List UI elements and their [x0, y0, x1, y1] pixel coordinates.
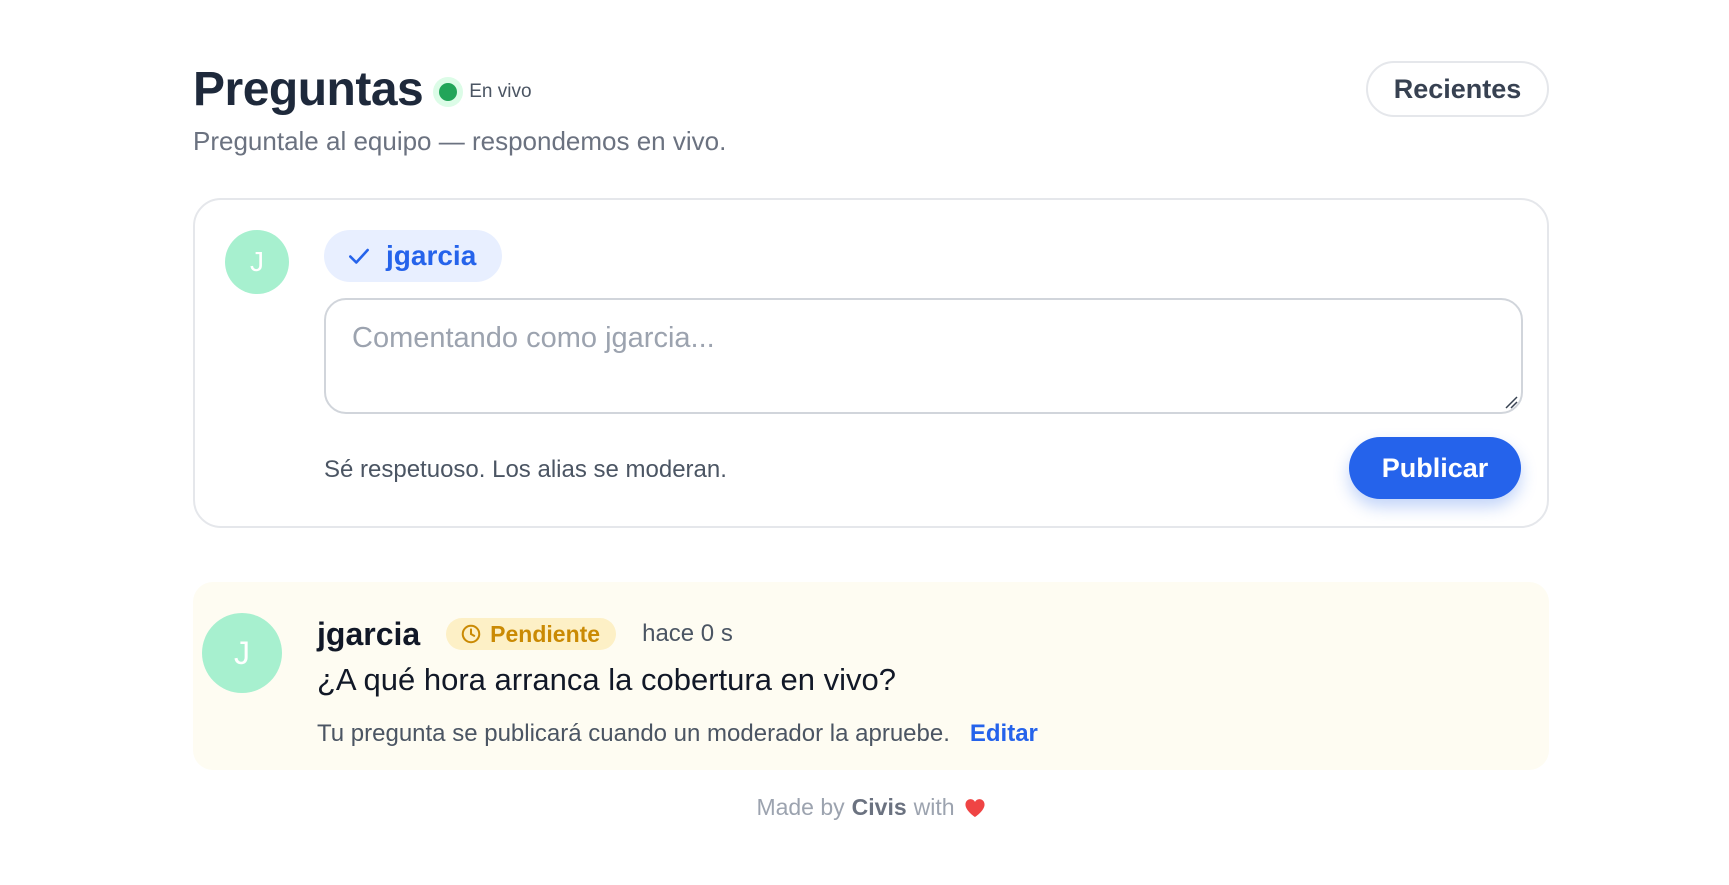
question-author: jgarcia	[317, 615, 421, 652]
check-icon	[349, 248, 369, 264]
footer-brand-link[interactable]: Civis	[852, 794, 907, 821]
title-row: Preguntas En vivo	[193, 60, 1549, 120]
publish-button[interactable]: Publicar	[1349, 437, 1521, 499]
live-label: En vivo	[469, 81, 532, 102]
question-meta: jgarcia Pendiente hace 0 s	[317, 612, 733, 656]
heart-icon	[965, 798, 985, 817]
question-time: hace 0 s	[642, 620, 733, 647]
sort-recent-button[interactable]: Recientes	[1366, 61, 1549, 117]
page: Preguntas En vivo Preguntale al equipo —…	[193, 0, 1549, 885]
avatar: J	[202, 613, 282, 693]
footer-suffix: with	[913, 794, 955, 820]
clock-icon	[461, 624, 481, 644]
moderation-note: Tu pregunta se publicará cuando un moder…	[317, 720, 950, 747]
page-subtitle: Preguntale al equipo — respondemos en vi…	[193, 126, 727, 156]
resize-handle-icon[interactable]	[1504, 395, 1518, 409]
status-label: Pendiente	[490, 620, 601, 647]
user-chip[interactable]: jgarcia	[324, 230, 503, 282]
status-badge: Pendiente	[446, 618, 617, 650]
question-text: ¿A qué hora arranca la cobertura en vivo…	[317, 662, 897, 697]
composer-hint: Sé respetuoso. Los alias se moderan.	[324, 456, 727, 483]
avatar: J	[225, 230, 289, 294]
question-card: J jgarcia Pendiente hace 0 s ¿A qué hora…	[193, 582, 1549, 770]
footer: Made by Civis with	[193, 794, 1549, 821]
user-chip-label: jgarcia	[386, 240, 477, 271]
question-note: Tu pregunta se publicará cuando un moder…	[317, 720, 1038, 748]
edit-link[interactable]: Editar	[970, 720, 1038, 748]
comment-composer: J jgarcia Sé respetuoso. Los alias se mo…	[193, 198, 1549, 528]
live-dot-icon	[433, 77, 464, 107]
live-dot	[439, 83, 458, 101]
page-header: Preguntas En vivo Preguntale al equipo —…	[193, 60, 1549, 160]
footer-prefix: Made by	[756, 794, 845, 820]
page-title: Preguntas	[193, 63, 424, 116]
comment-input[interactable]	[324, 298, 1523, 414]
